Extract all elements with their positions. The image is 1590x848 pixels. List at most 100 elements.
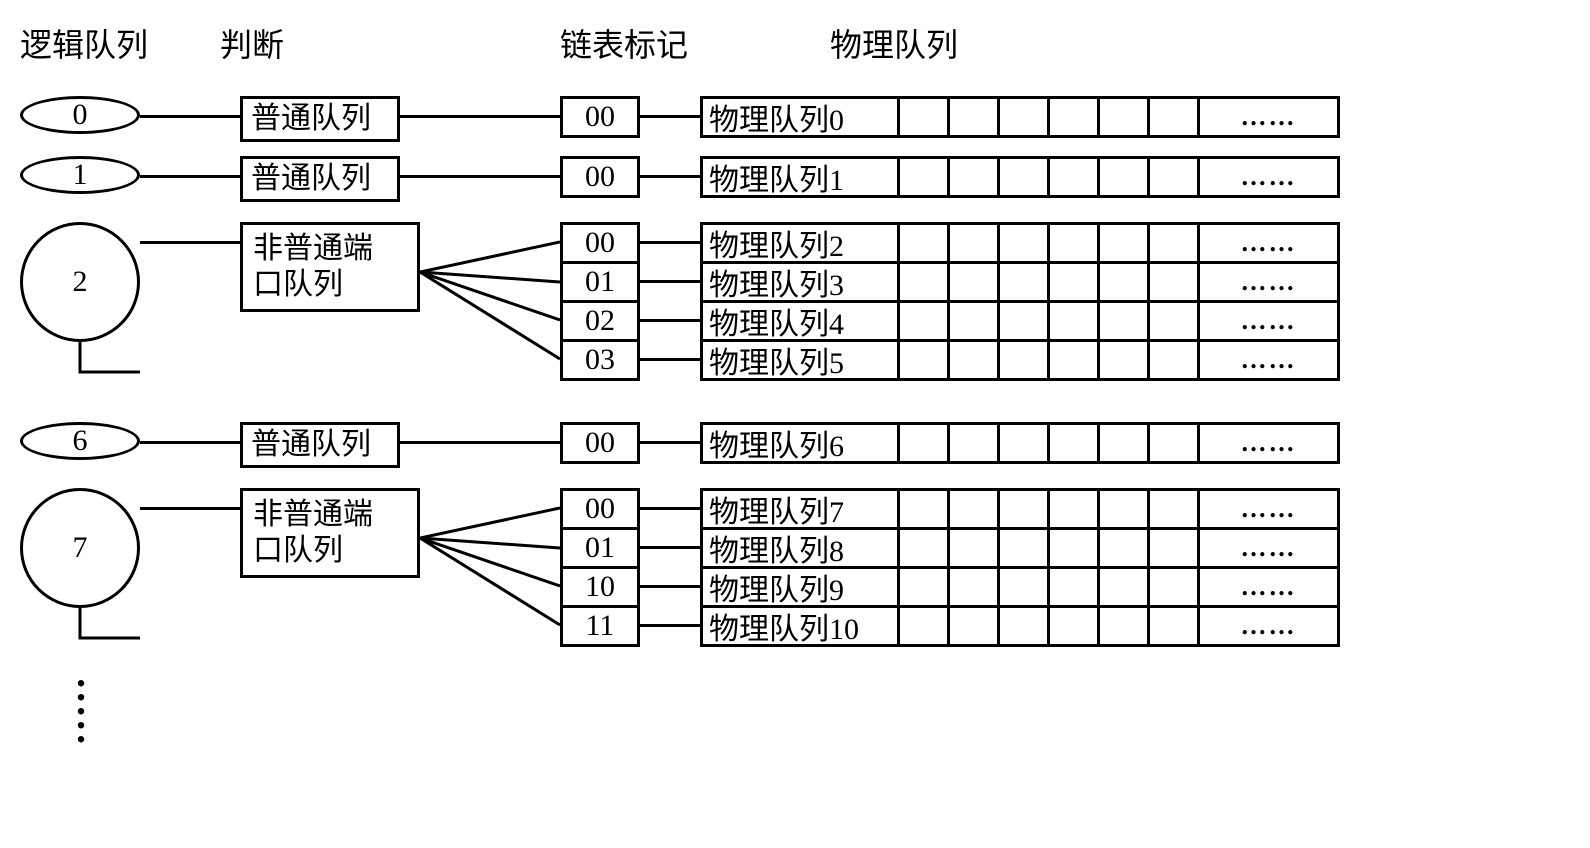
link-mark: 11 — [560, 605, 640, 647]
queue-slot — [1150, 156, 1200, 198]
queue-slot — [1100, 527, 1150, 569]
physical-queue-label: 物理队列1 — [700, 156, 900, 198]
link-mark: 03 — [560, 339, 640, 381]
physical-queue-row: 物理队列0 …… — [700, 96, 1340, 138]
queue-ellipsis: …… — [1200, 605, 1340, 647]
queue-slot — [900, 339, 950, 381]
physical-queue-row: 物理队列8 …… — [700, 527, 1340, 569]
queue-slot — [1150, 422, 1200, 464]
queue-slot — [1050, 488, 1100, 530]
physical-queue-row: 物理队列5 …… — [700, 339, 1340, 381]
physical-queue-row: 物理队列4 …… — [700, 300, 1340, 342]
queue-slot — [900, 566, 950, 608]
queue-slot — [1000, 96, 1050, 138]
judge-non-normal-port-queue: 非普通端 口队列 — [240, 488, 420, 578]
physical-queue-label: 物理队列0 — [700, 96, 900, 138]
queue-slot — [1150, 566, 1200, 608]
queue-slot — [900, 300, 950, 342]
queue-slot — [950, 422, 1000, 464]
link-mark-stack: 00 01 10 11 — [560, 488, 640, 647]
queue-slot — [950, 339, 1000, 381]
column-headers: 逻辑队列 判断 链表标记 物理队列 — [20, 20, 1570, 66]
queue-slot — [1150, 488, 1200, 530]
physical-queue-label: 物理队列9 — [700, 566, 900, 608]
queue-slot — [1050, 422, 1100, 464]
link-mark: 00 — [560, 156, 640, 198]
link-mark-stack: 00 01 02 03 — [560, 222, 640, 381]
queue-slot — [900, 96, 950, 138]
physical-queue-row: 物理队列1 …… — [700, 156, 1340, 198]
header-logical-queue: 逻辑队列 — [20, 20, 220, 66]
queue-ellipsis: …… — [1200, 156, 1340, 198]
queue-slot — [1150, 527, 1200, 569]
queue-slot — [1050, 156, 1100, 198]
queue-slot — [950, 300, 1000, 342]
physical-queue-row: 物理队列7 …… — [700, 488, 1340, 530]
judge-normal-queue: 普通队列 — [240, 96, 400, 142]
queue-slot — [1100, 300, 1150, 342]
physical-queue-row: 物理队列3 …… — [700, 261, 1340, 303]
queue-slot — [1150, 96, 1200, 138]
queue-ellipsis: …… — [1200, 422, 1340, 464]
queue-slot — [900, 261, 950, 303]
merge-connector — [20, 342, 140, 392]
link-mark: 02 — [560, 300, 640, 342]
queue-slot — [950, 261, 1000, 303]
queue-slot — [950, 96, 1000, 138]
queue-slot — [1100, 261, 1150, 303]
queue-slot — [1100, 605, 1150, 647]
link-mark: 01 — [560, 527, 640, 569]
header-judge: 判断 — [220, 20, 560, 66]
logical-queue-node: 7 — [20, 488, 140, 608]
queue-slot — [1150, 261, 1200, 303]
queue-slot — [1050, 527, 1100, 569]
queue-slot — [1000, 156, 1050, 198]
queue-slot — [900, 527, 950, 569]
queue-slot — [1050, 300, 1100, 342]
queue-slot — [1100, 339, 1150, 381]
queue-slot — [950, 527, 1000, 569]
queue-ellipsis: …… — [1200, 96, 1340, 138]
mapping-row-multi: 7 ..... 非普通端 口队列 00 01 10 11 — [20, 488, 1570, 736]
queue-slot — [900, 156, 950, 198]
queue-slot — [950, 156, 1000, 198]
queue-slot — [1000, 488, 1050, 530]
physical-queue-row: 物理队列2 …… — [700, 222, 1340, 264]
queue-ellipsis: …… — [1200, 222, 1340, 264]
physical-queue-stack: 物理队列7 …… 物理队列8 …… 物理队列9 …… 物理队列10 …… — [700, 488, 1340, 647]
queue-slot — [1100, 156, 1150, 198]
mapping-row: 6 普通队列 00 物理队列6 …… — [20, 422, 1570, 468]
physical-queue-row: 物理队列9 …… — [700, 566, 1340, 608]
judge-text-line1: 非普通端 — [253, 498, 373, 531]
queue-slot — [1000, 422, 1050, 464]
physical-queue-label: 物理队列8 — [700, 527, 900, 569]
queue-slot — [1050, 605, 1100, 647]
vertical-ellipsis-icon: ..... — [76, 666, 140, 736]
queue-slot — [1050, 222, 1100, 264]
link-mark: 00 — [560, 488, 640, 530]
link-mark: 00 — [560, 96, 640, 138]
header-physical-queue: 物理队列 — [830, 20, 958, 66]
logical-queue-node: 2 — [20, 222, 140, 342]
queue-slot — [1150, 300, 1200, 342]
queue-slot — [1050, 96, 1100, 138]
queue-slot — [1150, 605, 1200, 647]
physical-queue-label: 物理队列6 — [700, 422, 900, 464]
physical-queue-label: 物理队列3 — [700, 261, 900, 303]
link-mark: 10 — [560, 566, 640, 608]
queue-ellipsis: …… — [1200, 527, 1340, 569]
judge-non-normal-port-queue: 非普通端 口队列 — [240, 222, 420, 312]
judge-text-line2: 口队列 — [253, 534, 343, 567]
judge-normal-queue: 普通队列 — [240, 156, 400, 202]
logical-queue-node: 0 — [20, 96, 140, 134]
queue-mapping-diagram: 逻辑队列 判断 链表标记 物理队列 0 普通队列 00 物理队列0 …… 1 普… — [20, 20, 1570, 736]
queue-slot — [950, 488, 1000, 530]
physical-queue-row: 物理队列6 …… — [700, 422, 1340, 464]
mapping-row: 1 普通队列 00 物理队列1 …… — [20, 156, 1570, 202]
queue-slot — [950, 222, 1000, 264]
link-mark: 01 — [560, 261, 640, 303]
queue-slot — [950, 605, 1000, 647]
physical-queue-label: 物理队列7 — [700, 488, 900, 530]
queue-slot — [1000, 605, 1050, 647]
queue-slot — [1100, 488, 1150, 530]
